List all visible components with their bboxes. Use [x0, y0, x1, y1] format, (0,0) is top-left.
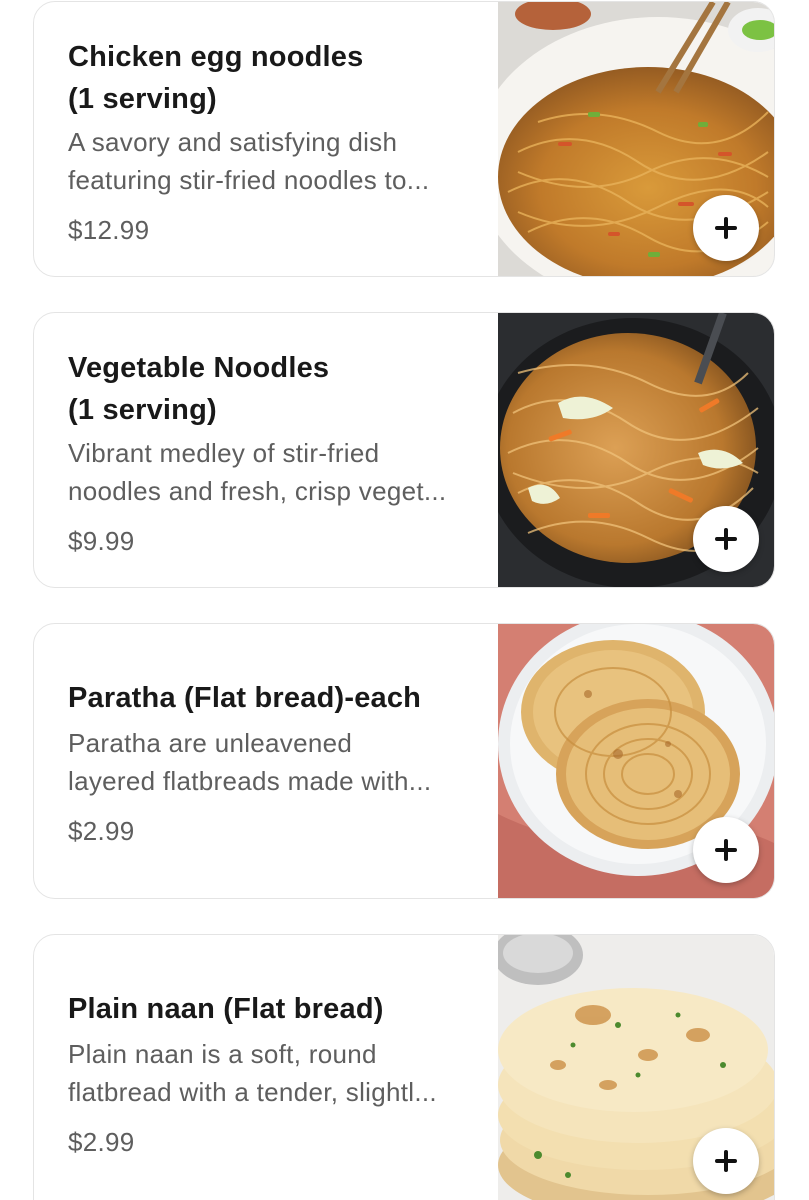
- menu-item-description-line: layered flatbreads made with...: [68, 766, 432, 796]
- menu-item-description: A savory and satisfying dish featuring s…: [68, 123, 488, 199]
- menu-item-description-line: noodles and fresh, crisp veget...: [68, 476, 447, 506]
- menu-item-description-line: Vibrant medley of stir-fried: [68, 438, 380, 468]
- menu-item-info: Chicken egg noodles (1 serving) A savory…: [68, 2, 488, 276]
- menu-item-title-line: (1 serving): [68, 394, 217, 426]
- menu-item-title-line: (1 serving): [68, 83, 217, 115]
- plus-icon: [715, 528, 737, 550]
- menu-item-card-plain-naan[interactable]: Plain naan (Flat bread) Plain naan is a …: [33, 934, 775, 1200]
- menu-item-title-line: Plain naan (Flat bread): [68, 993, 384, 1025]
- menu-item-title-line: Vegetable Noodles: [68, 352, 330, 384]
- menu-item-description: Plain naan is a soft, round flatbread wi…: [68, 1035, 488, 1111]
- menu-item-title-line: Paratha (Flat bread)-each: [68, 682, 422, 714]
- menu-item-card-vegetable-noodles[interactable]: Vegetable Noodles (1 serving) Vibrant me…: [33, 312, 775, 588]
- menu-item-info: Plain naan (Flat bread) Plain naan is a …: [68, 935, 488, 1200]
- menu-item-info: Paratha (Flat bread)-each Paratha are un…: [68, 624, 488, 898]
- menu-item-title: Chicken egg noodles (1 serving): [68, 36, 488, 120]
- menu-item-info: Vegetable Noodles (1 serving) Vibrant me…: [68, 313, 488, 587]
- menu-item-price: $2.99: [68, 1127, 135, 1157]
- menu-item-description: Paratha are unleavened layered flatbread…: [68, 724, 488, 800]
- menu-item-description-line: A savory and satisfying dish: [68, 127, 398, 157]
- add-to-cart-button[interactable]: [693, 1128, 759, 1194]
- menu-item-description-line: featuring stir-fried noodles to...: [68, 165, 430, 195]
- menu-item-list: Chicken egg noodles (1 serving) A savory…: [0, 0, 809, 1200]
- plus-icon: [715, 217, 737, 239]
- menu-item-card-paratha[interactable]: Paratha (Flat bread)-each Paratha are un…: [33, 623, 775, 899]
- menu-item-title: Plain naan (Flat bread): [68, 988, 488, 1030]
- menu-item-title: Vegetable Noodles (1 serving): [68, 347, 488, 431]
- plus-icon: [715, 839, 737, 861]
- plus-icon: [715, 1150, 737, 1172]
- menu-item-description: Vibrant medley of stir-fried noodles and…: [68, 434, 488, 510]
- menu-item-description-line: Plain naan is a soft, round: [68, 1039, 377, 1069]
- add-to-cart-button[interactable]: [693, 817, 759, 883]
- menu-item-card-chicken-egg-noodles[interactable]: Chicken egg noodles (1 serving) A savory…: [33, 1, 775, 277]
- menu-item-description-line: flatbread with a tender, slightl...: [68, 1077, 437, 1107]
- menu-item-title: Paratha (Flat bread)-each: [68, 677, 488, 719]
- menu-item-price: $2.99: [68, 816, 135, 846]
- menu-item-price: $12.99: [68, 215, 150, 245]
- menu-item-price: $9.99: [68, 526, 135, 556]
- menu-item-description-line: Paratha are unleavened: [68, 728, 353, 758]
- add-to-cart-button[interactable]: [693, 506, 759, 572]
- add-to-cart-button[interactable]: [693, 195, 759, 261]
- menu-item-title-line: Chicken egg noodles: [68, 41, 364, 73]
